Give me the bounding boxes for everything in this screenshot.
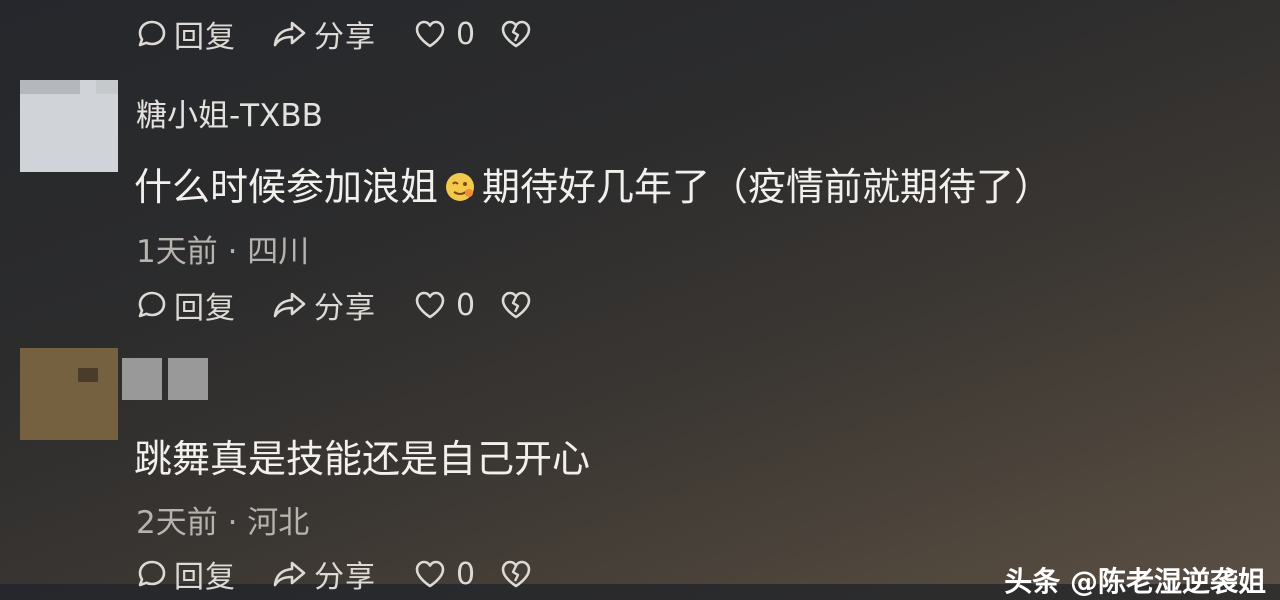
avatar[interactable] <box>20 348 118 440</box>
like-count: 0 <box>456 16 477 52</box>
redaction-block <box>122 358 162 400</box>
comment-bubble-icon <box>138 20 166 47</box>
share-label: 分享 <box>314 291 376 326</box>
share-arrow-icon <box>273 292 306 318</box>
watermark: 头条 @陈老湿逆袭姐 <box>1004 565 1266 598</box>
comment-text: 跳舞真是技能还是自己开心 <box>134 437 591 481</box>
reply-label: 回复 <box>174 560 236 595</box>
comment-0-actions: 回复 分享 0 <box>136 12 532 56</box>
share-button[interactable]: 分享 <box>272 552 414 596</box>
share-arrow-icon <box>273 21 306 47</box>
dislike-button[interactable] <box>500 19 532 49</box>
username[interactable]: 糖小姐-TXBB <box>136 90 323 135</box>
heart-outline-icon <box>415 20 445 48</box>
share-button[interactable]: 分享 <box>272 283 414 327</box>
like-count: 0 <box>456 556 477 592</box>
comment-meta: 1天前 · 四川 <box>136 234 310 270</box>
comment-text-part: 期待好几年了（疫情前就期待了） <box>482 165 1053 209</box>
share-label: 分享 <box>314 20 376 55</box>
heart-outline-icon <box>415 291 445 319</box>
face-emoji-icon <box>446 172 475 201</box>
dislike-button[interactable] <box>500 559 532 589</box>
broken-heart-icon <box>501 560 531 588</box>
comment-2-actions: 回复 分享 0 <box>136 552 532 596</box>
redaction-block <box>168 358 208 400</box>
like-button[interactable]: 0 <box>414 17 500 52</box>
username-redacted[interactable] <box>122 358 214 400</box>
reply-label: 回复 <box>174 20 236 55</box>
like-count: 0 <box>456 287 477 323</box>
heart-outline-icon <box>415 560 445 588</box>
reply-label: 回复 <box>174 291 236 326</box>
share-button[interactable]: 分享 <box>272 12 414 56</box>
comment-1-actions: 回复 分享 0 <box>136 283 532 327</box>
reply-button[interactable]: 回复 <box>136 552 272 596</box>
reply-button[interactable]: 回复 <box>136 12 272 56</box>
comment-meta: 2天前 · 河北 <box>136 505 310 541</box>
like-button[interactable]: 0 <box>414 288 500 323</box>
share-arrow-icon <box>273 561 306 587</box>
dislike-button[interactable] <box>500 290 532 320</box>
like-button[interactable]: 0 <box>414 557 500 592</box>
comment-bubble-icon <box>138 291 166 318</box>
avatar[interactable] <box>20 80 118 172</box>
comment-bubble-icon <box>138 560 166 587</box>
broken-heart-icon <box>501 291 531 319</box>
comment-text-part: 什么时候参加浪姐 <box>134 165 439 209</box>
broken-heart-icon <box>501 20 531 48</box>
comment-text: 什么时候参加浪姐 期待好几年了（疫情前就期待了） <box>134 156 1052 211</box>
share-label: 分享 <box>314 560 376 595</box>
reply-button[interactable]: 回复 <box>136 283 272 327</box>
